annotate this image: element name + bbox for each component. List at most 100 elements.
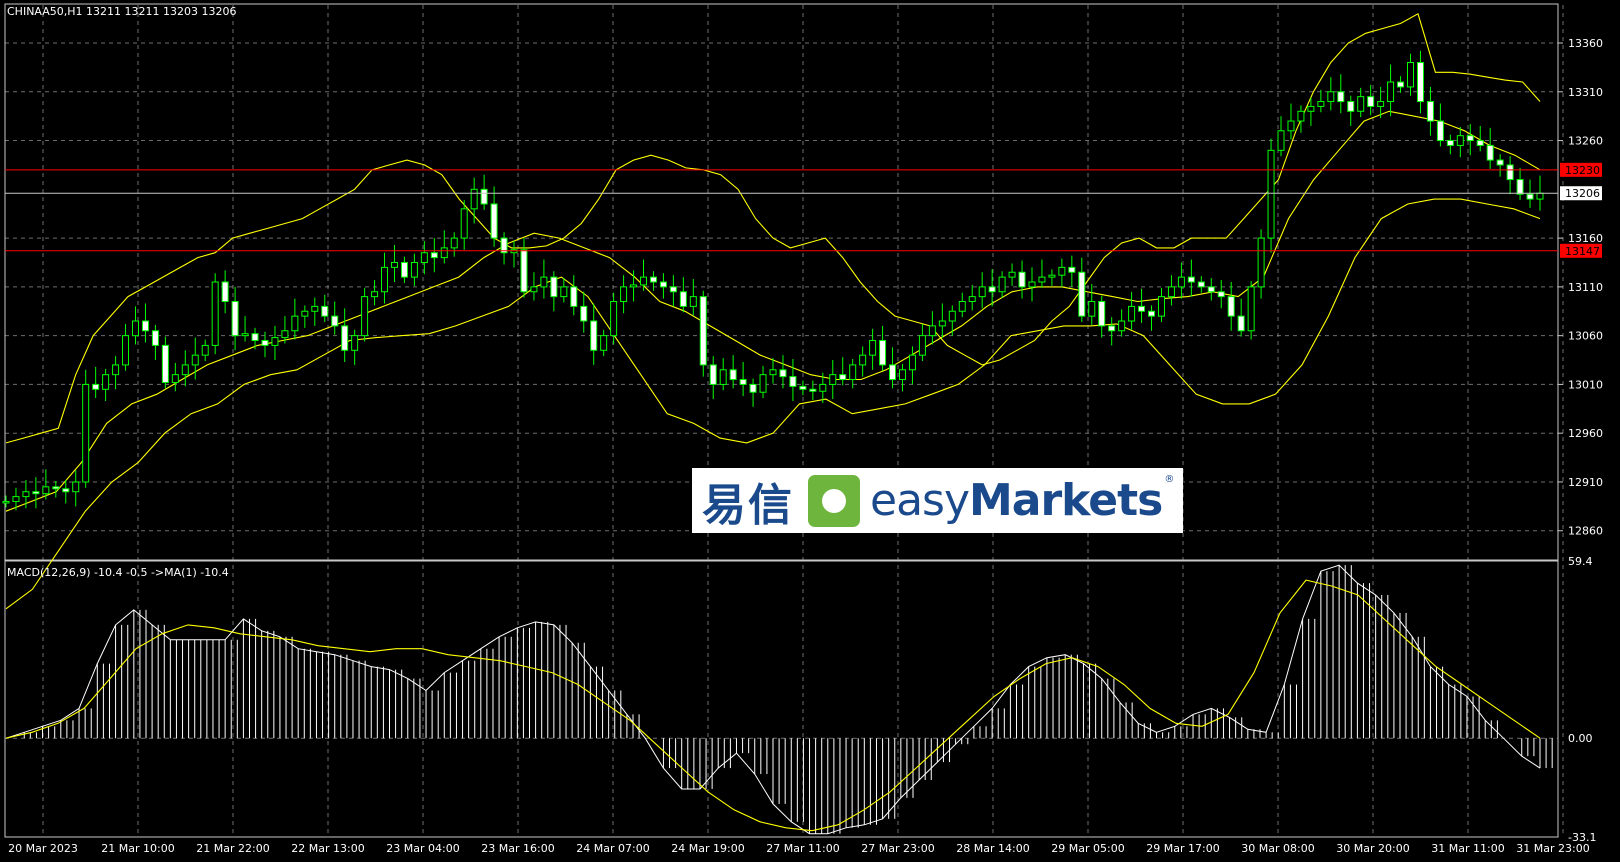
candle-body [739,379,747,385]
candle-body [72,481,80,493]
candle-body [410,261,418,278]
candle-body [998,276,1006,293]
candle-body [1217,291,1225,298]
candle-body [1237,315,1245,332]
candle-body [1397,81,1405,88]
candle-body [1456,135,1464,146]
candle-body [251,333,259,342]
candle-body [849,364,857,381]
candle-body [1466,135,1474,142]
candle-body [1088,301,1096,317]
candle-body [719,369,727,385]
candle-body [1018,271,1026,288]
candle-body [271,337,279,346]
candle-body [1108,325,1116,332]
candle-body [580,305,588,322]
candle-body [311,305,319,312]
candles [2,50,1544,511]
candle-body [540,276,548,288]
level-label: 13147 [1565,245,1600,258]
candle-body [530,286,538,293]
candle-body [1247,286,1255,332]
price-tick-label: 12860 [1568,525,1603,538]
candle-body [590,320,598,351]
chart-canvas: 13230 13147 13206 13360 13310 13260 13160 1311… [2,3,1603,855]
time-tick-label: 30 Mar 08:00 [1241,842,1314,855]
macd-tick-label: 59.4 [1568,555,1593,568]
macd-pane [5,564,1553,835]
candle-body [171,374,179,383]
time-tick-label: 24 Mar 07:00 [576,842,649,855]
levels: 13230 13147 13206 [5,162,1602,258]
candle-body [669,286,677,293]
candle-body [82,383,90,483]
candle-body [141,320,149,332]
candle-body [92,383,100,390]
candle-body [879,340,887,366]
candle-body [1416,62,1424,103]
time-tick-label: 23 Mar 04:00 [386,842,459,855]
candle-body [1038,276,1046,283]
candle-body [1347,101,1355,112]
candle-body [938,320,946,327]
candle-body [42,486,50,495]
candle-body [679,291,687,307]
candle-body [161,344,169,383]
time-tick-label: 30 Mar 20:00 [1336,842,1409,855]
candle-body [1357,96,1365,112]
candle-body [381,266,389,293]
candle-body [1307,105,1315,112]
price-tick-label: 12910 [1568,476,1603,489]
logo-cn: 易信 [702,479,794,531]
candle-body [968,296,976,303]
symbol-label: CHINAA50,H1 13211 13211 13203 13206 [7,5,237,18]
logo-registered: ® [1164,474,1175,485]
candle-body [1377,101,1385,107]
macd-label: MACD(12,26,9) -10.4 -0.5 ->MA(1) -10.4 [7,566,229,579]
candle-body [779,369,787,378]
candle-body [400,261,408,278]
candle-body [898,369,906,381]
time-tick-label: 21 Mar 22:00 [196,842,269,855]
candle-body [958,301,966,312]
logo-mark-icon [808,474,860,527]
time-tick-label: 31 Mar 23:00 [1516,842,1589,855]
candle-body [560,286,568,298]
candle-body [1327,91,1335,103]
candle-body [430,252,438,259]
candle-body [1118,320,1126,332]
candle-body [102,374,110,390]
candle-body [1227,296,1235,317]
candle-body [12,496,20,502]
macd-tick-label: 0.00 [1568,732,1593,745]
price-tick-label: 13010 [1568,378,1603,391]
level-label: 13230 [1565,164,1600,177]
macd-pane-frame [4,560,1559,838]
candle-body [1496,159,1504,166]
candle-body [709,364,717,385]
candle-body [889,364,897,381]
logo-en: easyMarkets [870,475,1163,526]
candle-body [440,247,448,259]
candle-body [600,335,608,351]
price-tick-label: 13260 [1568,135,1603,148]
candle-body [241,333,249,337]
candle-body [689,296,697,307]
time-tick-label: 21 Mar 10:00 [101,842,174,855]
candle-body [351,335,359,351]
candle-body [1277,130,1285,151]
candle-body [769,369,777,376]
candle-body [1516,179,1524,195]
time-axis: 20 Mar 2023 21 Mar 10:00 21 Mar 22:00 22 Ma… [8,842,1590,855]
candle-body [918,335,926,356]
candle-body [659,281,667,288]
candle-body [131,320,139,337]
candle-body [291,315,299,332]
candle-body [1407,62,1415,88]
candle-body [1078,271,1086,317]
candle-body [341,325,349,351]
candle-body [231,301,239,337]
candle-body [729,369,737,381]
candle-body [1058,266,1066,276]
candle-body [1177,276,1185,288]
